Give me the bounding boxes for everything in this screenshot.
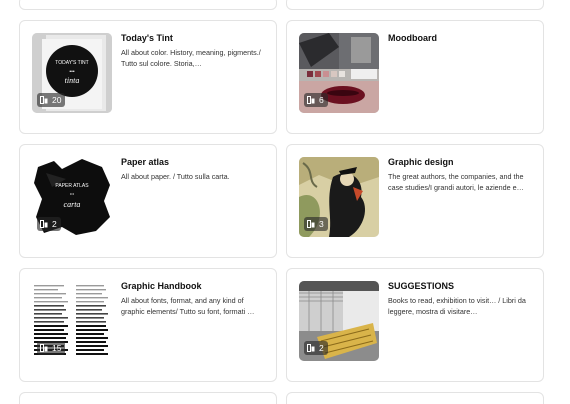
pin-count: 2 bbox=[319, 343, 324, 353]
svg-text:•••: ••• bbox=[70, 191, 75, 196]
board-card-paper-atlas[interactable]: PAPER ATLAS ••• carta 2 Paper atlas All … bbox=[19, 144, 277, 258]
pin-count-badge: 2 bbox=[304, 341, 328, 355]
board-thumbnail[interactable]: 2 bbox=[299, 281, 379, 361]
board-title[interactable]: Graphic design bbox=[388, 157, 454, 167]
board-thumbnail[interactable]: 6 bbox=[299, 33, 379, 113]
svg-text:•••: ••• bbox=[69, 69, 75, 75]
pin-count: 20 bbox=[52, 95, 62, 105]
board-thumbnail[interactable]: PAPER ATLAS ••• carta 2 bbox=[32, 157, 112, 237]
board-card-partial-bottom-right[interactable] bbox=[286, 392, 544, 404]
board-card-partial-bottom-left[interactable] bbox=[19, 392, 277, 404]
board-description: The great authors, the companies, and th… bbox=[388, 172, 524, 192]
stack-icon bbox=[40, 344, 48, 352]
pin-count-badge: 3 bbox=[304, 217, 328, 231]
board-thumbnail[interactable]: 3 bbox=[299, 157, 379, 237]
pin-count: 6 bbox=[319, 95, 324, 105]
cover-title-text: TODAY'S TINT bbox=[55, 60, 88, 66]
stack-icon bbox=[40, 96, 48, 104]
board-description: All about color. History, meaning, pigme… bbox=[121, 48, 261, 68]
cover-title-text: PAPER ATLAS bbox=[55, 183, 89, 189]
board-card-todays-tint[interactable]: TODAY'S TINT ••• tinta 20 Today's Tint A… bbox=[19, 20, 277, 134]
board-card-graphic-design[interactable]: 3 Graphic design The great authors, the … bbox=[286, 144, 544, 258]
stack-icon bbox=[40, 220, 48, 228]
pin-count-badge: 2 bbox=[37, 217, 61, 231]
board-card-moodboard[interactable]: 6 Moodboard bbox=[286, 20, 544, 134]
board-card-partial-top-right[interactable] bbox=[286, 0, 544, 10]
pin-count: 3 bbox=[319, 219, 324, 229]
pin-count-badge: 15 bbox=[37, 341, 66, 355]
board-title[interactable]: Moodboard bbox=[388, 33, 437, 43]
stack-icon bbox=[307, 220, 315, 228]
pin-count-badge: 20 bbox=[37, 93, 66, 107]
board-card-graphic-handbook[interactable]: 15 Graphic Handbook All about fonts, for… bbox=[19, 268, 277, 382]
pin-count: 15 bbox=[52, 343, 62, 353]
boards-grid: TODAY'S TINT ••• tinta 20 Today's Tint A… bbox=[0, 0, 570, 404]
stack-icon bbox=[307, 96, 315, 104]
board-description: All about fonts, format, and any kind of… bbox=[121, 296, 255, 316]
pin-count: 2 bbox=[52, 219, 57, 229]
board-card-partial-top-left[interactable] bbox=[19, 0, 277, 10]
cover-subtitle-text: tinta bbox=[65, 76, 80, 85]
board-card-suggestions[interactable]: 2 SUGGESTIONS Books to read, exhibition … bbox=[286, 268, 544, 382]
board-title[interactable]: Today's Tint bbox=[121, 33, 173, 43]
board-title[interactable]: Paper atlas bbox=[121, 157, 169, 167]
pin-count-badge: 6 bbox=[304, 93, 328, 107]
board-title[interactable]: SUGGESTIONS bbox=[388, 281, 454, 291]
board-thumbnail[interactable]: TODAY'S TINT ••• tinta 20 bbox=[32, 33, 112, 113]
board-description: Books to read, exhibition to visit… / Li… bbox=[388, 296, 526, 316]
board-title[interactable]: Graphic Handbook bbox=[121, 281, 202, 291]
cover-subtitle-text: carta bbox=[64, 200, 81, 209]
board-thumbnail[interactable]: 15 bbox=[32, 281, 112, 361]
stack-icon bbox=[307, 344, 315, 352]
board-description: All about paper. / Tutto sulla carta. bbox=[121, 172, 230, 181]
